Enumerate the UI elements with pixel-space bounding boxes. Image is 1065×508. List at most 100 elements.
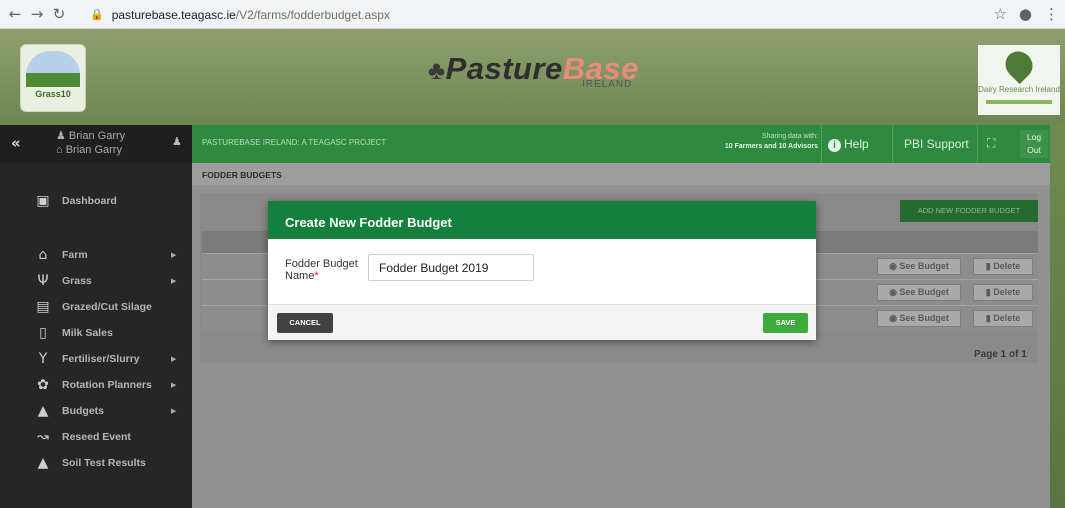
eye-icon: ◉ [889,287,900,297]
sidebar-item-label: Grass [62,275,92,287]
sidebar-item-dashboard[interactable]: ▣ Dashboard [0,187,192,215]
menu-dots-icon[interactable]: ⋮ [1044,5,1059,23]
budgets-icon: ▲ [37,403,49,419]
save-button[interactable]: SAVE [763,313,808,333]
logout-line2: Out [1027,145,1041,155]
see-budget-label: See Budget [899,313,949,323]
grass-icon: Ψ [37,273,49,289]
sharing-count: 10 Farmers and 10 Advisors [724,143,818,150]
pbi-support-button[interactable]: PBI Support [904,137,969,151]
sidebar-item-soil-test-results[interactable]: ▲ Soil Test Results [0,450,192,476]
farm-name: Brian Garry [65,144,122,156]
sidebar-item-fertiliser-slurry[interactable]: Y Fertiliser/Slurry ▶ [0,346,192,372]
sidebar-item-reseed-event[interactable]: ↝ Reseed Event [0,424,192,450]
eye-icon: ◉ [889,261,900,271]
lock-icon: 🔒 [90,8,104,21]
sidebar-item-grass[interactable]: Ψ Grass ▶ [0,268,192,294]
pasturebase-logo[interactable]: ♣PastureBase IRELAND [428,51,648,91]
cancel-button[interactable]: CANCEL [277,313,333,333]
sidebar-menu: ⌂ Farm ▶ Ψ Grass ▶ ▤ Grazed/Cut Silage ▯ Milk Sal… [0,242,192,476]
logout-line1: Log [1026,132,1042,142]
sidebar-item-rotation-planners[interactable]: ✿ Rotation Planners ▶ [0,372,192,398]
sharing-info[interactable]: Sharing data with: 10 Farmers and 10 Adv… [696,132,818,152]
sidebar-item-label: Soil Test Results [62,457,146,469]
top-bar: PASTUREBASE IRELAND: A TEAGASC PROJECT S… [192,125,1050,163]
delete-button[interactable]: ▮ Delete [973,258,1033,275]
see-budget-button[interactable]: ◉ See Budget [877,258,961,275]
grass10-logo[interactable]: Grass10 [20,44,86,112]
sidebar-item-milk-sales[interactable]: ▯ Milk Sales [0,320,192,346]
reseed-icon: ↝ [37,429,49,445]
delete-label: Delete [993,261,1021,271]
fullscreen-icon[interactable]: ⛶ [987,136,995,151]
required-asterisk: * [314,270,319,282]
soil-icon: ▲ [37,455,49,471]
sidebar-item-budgets[interactable]: ▲ Budgets ▶ [0,398,192,424]
sidebar-item-label: Grazed/Cut Silage [62,301,152,313]
drop-icon [999,45,1039,85]
leaf-icon: ♣ [428,55,446,85]
chevron-right-icon: ▶ [171,277,177,285]
sidebar-item-label: Dashboard [62,195,117,207]
sidebar-item-label: Farm [62,249,88,261]
label-line2: Name [285,270,315,282]
profile-icon[interactable]: ● [1019,5,1032,23]
budget-name-input[interactable] [368,254,534,281]
modal-title: Create New Fodder Budget [268,201,816,239]
browser-toolbar: ← → ↻ 🔒 pasturebase.teagasc.ie/V2/farms/… [0,0,1065,29]
sidebar-item-label: Milk Sales [62,327,113,339]
delete-button[interactable]: ▮ Delete [973,310,1033,327]
logo-ireland: IRELAND [582,79,633,90]
grass10-logo-text: Grass10 [35,89,71,99]
dairy-research-logo[interactable]: Dairy Research Ireland [978,45,1060,115]
create-fodder-budget-modal: Create New Fodder Budget Fodder Budget N… [268,201,816,340]
sharing-label: Sharing data with: [761,133,818,140]
info-icon: i [828,139,841,152]
modal-footer: CANCEL SAVE [268,304,816,340]
user-icon: ♟ [56,130,69,142]
reload-icon[interactable]: ↻ [48,5,70,23]
add-fodder-budget-button[interactable]: ADD NEW FODDER BUDGET [900,200,1038,222]
home-icon: ⌂ [38,247,48,263]
delete-button[interactable]: ▮ Delete [973,284,1033,301]
dri-logo-text: Dairy Research Ireland [978,85,1060,94]
delete-label: Delete [993,313,1021,323]
user-name: Brian Garry [68,130,126,142]
collapse-sidebar-icon[interactable]: « [11,134,21,152]
sidebar: « ♟ Brian Garry ⌂ Brian Garry ♟ ▣ Dashbo… [0,125,192,508]
fertiliser-icon: Y [38,351,48,367]
rotation-icon: ✿ [37,377,49,393]
url-path: /V2/farms/fodderbudget.aspx [235,7,390,22]
milk-icon: ▯ [39,325,47,341]
dashboard-icon: ▣ [36,193,50,209]
account-icon[interactable]: ♟ [172,135,182,148]
sidebar-item-grazed-cut-silage[interactable]: ▤ Grazed/Cut Silage [0,294,192,320]
url-host: pasturebase.teagasc.ie [111,7,236,22]
silage-icon: ▤ [36,299,50,315]
chevron-right-icon: ▶ [171,407,177,415]
see-budget-button[interactable]: ◉ See Budget [877,284,961,301]
logout-button[interactable]: Log Out [1020,130,1048,158]
page-title: FODDER BUDGETS [202,170,282,180]
user-strip: « ♟ Brian Garry ⌂ Brian Garry ♟ [0,125,192,163]
back-icon[interactable]: ← [4,5,26,23]
sidebar-item-farm[interactable]: ⌂ Farm ▶ [0,242,192,268]
pagination-label: Page 1 of 1 [974,349,1027,360]
site-header: Grass10 ♣PastureBase IRELAND Dairy Resea… [0,29,1065,125]
bookmark-star-icon[interactable]: ☆ [993,5,1006,23]
background-strip [1050,125,1065,508]
delete-label: Delete [993,287,1021,297]
farm-icon: ⌂ [56,144,66,156]
modal-body: Fodder Budget Name* [268,239,816,304]
see-budget-label: See Budget [899,287,949,297]
label-line1: Fodder Budget [285,258,358,270]
chevron-right-icon: ▶ [171,251,177,259]
see-budget-button[interactable]: ◉ See Budget [877,310,961,327]
budget-name-label: Fodder Budget Name* [285,258,358,282]
forward-icon[interactable]: → [26,5,48,23]
chevron-right-icon: ▶ [171,355,177,363]
sidebar-item-label: Rotation Planners [62,379,152,391]
address-bar[interactable]: 🔒 pasturebase.teagasc.ie/V2/farms/fodder… [90,4,1025,25]
help-button[interactable]: i Help [828,137,869,152]
see-budget-label: See Budget [899,261,949,271]
